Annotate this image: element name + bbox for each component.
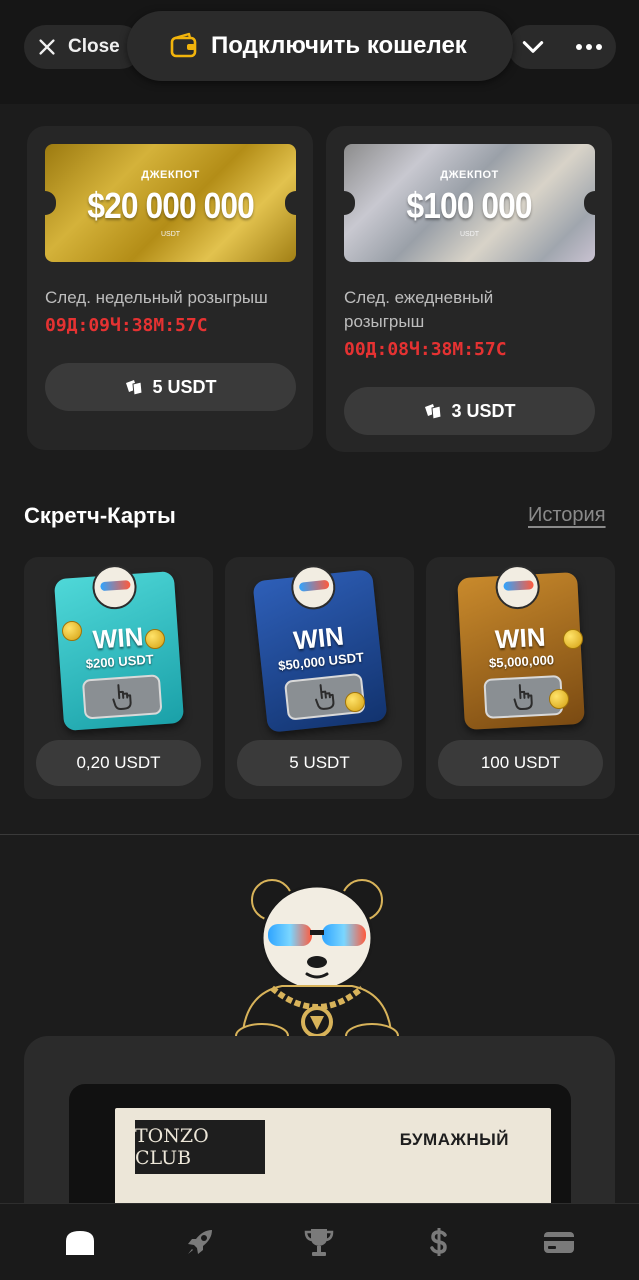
- scratch-card-art: WIN $200 USDT: [53, 563, 185, 732]
- jackpot-ticket[interactable]: ДЖЕКПОТ $20 000 000 USDT: [45, 144, 296, 262]
- jackpot-ticket[interactable]: ДЖЕКПОТ $100 000 USDT: [344, 144, 595, 262]
- weekly-jackpot-card: ДЖЕКПОТ $20 000 000 USDT След. недельный…: [27, 126, 313, 450]
- next-draw-label: След. недельный розыгрыш: [45, 288, 268, 307]
- chevron-down-icon: [522, 41, 544, 53]
- paper-ticket-frame[interactable]: TONZO CLUB БУМАЖНЫЙ: [69, 1084, 571, 1214]
- dollar-icon: [430, 1228, 448, 1256]
- buy-price-label: 5 USDT: [152, 376, 217, 397]
- trophy-icon: [305, 1229, 334, 1256]
- draw-timer: 00Д:08Ч:38М:57С: [344, 339, 507, 360]
- jackpot-label: ДЖЕКПОТ: [141, 168, 200, 181]
- close-button[interactable]: Close: [24, 25, 142, 69]
- prize-label: $5,000,000: [488, 652, 555, 671]
- coin-icon: [563, 629, 583, 649]
- pointer-hand-icon: [112, 684, 132, 710]
- connect-wallet-button[interactable]: Подключить кошелек: [127, 11, 513, 81]
- prize-label: $200 USDT: [85, 651, 155, 672]
- bottom-nav: [0, 1203, 639, 1280]
- tickets-icon: [126, 380, 144, 396]
- scratch-card[interactable]: WIN $50,000 USDT 5 USDT: [225, 557, 414, 799]
- scratch-price-button[interactable]: 0,20 USDT: [36, 740, 201, 786]
- connect-wallet-label: Подключить кошелек: [211, 32, 467, 59]
- close-label: Close: [68, 36, 120, 57]
- nav-dollar[interactable]: [409, 1212, 469, 1272]
- daily-jackpot-card: ДЖЕКПОТ $100 000 USDT След. ежедневный р…: [326, 126, 612, 452]
- buy-ticket-button[interactable]: 5 USDT: [45, 363, 296, 411]
- jackpot-amount: $100 000: [406, 184, 533, 226]
- nav-card[interactable]: [529, 1212, 589, 1272]
- wallet-icon: [170, 32, 197, 58]
- section-divider: [0, 834, 639, 835]
- paper-ticket: TONZO CLUB БУМАЖНЫЙ: [115, 1108, 551, 1214]
- scratch-cards-title: Скретч-Карты: [24, 503, 176, 528]
- coin-icon: [549, 689, 569, 709]
- coin-icon: [345, 692, 365, 712]
- history-link[interactable]: История: [528, 504, 606, 527]
- panda-avatar: [289, 563, 338, 612]
- more-button[interactable]: [566, 28, 612, 66]
- card-icon: [544, 1232, 575, 1253]
- scratch-price-button[interactable]: 100 USDT: [438, 740, 603, 786]
- panda-mascot-icon: [235, 879, 399, 1046]
- paper-ticket-label: БУМАЖНЫЙ: [399, 1130, 509, 1149]
- pointer-hand-icon: [315, 684, 335, 710]
- scratch-card[interactable]: WIN $200 USDT 0,20 USDT: [24, 557, 213, 799]
- buy-ticket-button[interactable]: 3 USDT: [344, 387, 595, 435]
- draw-timer: 09Д:09Ч:38М:57С: [45, 315, 208, 336]
- jackpot-unit: USDT: [459, 230, 480, 238]
- scratch-pad: [81, 674, 163, 720]
- prize-label: $50,000 USDT: [277, 649, 365, 674]
- nav-rocket[interactable]: [170, 1212, 230, 1272]
- win-label: WIN: [494, 621, 547, 655]
- coin-icon: [145, 629, 165, 649]
- jackpot-amount: $20 000 000: [87, 184, 254, 226]
- rocket-icon: [187, 1230, 212, 1254]
- scratch-price-button[interactable]: 5 USDT: [237, 740, 402, 786]
- panda-avatar: [494, 563, 541, 611]
- pointer-hand-icon: [513, 684, 533, 711]
- more-dots-icon: [576, 44, 602, 50]
- scratch-card[interactable]: WIN $5,000,000 100 USDT: [426, 557, 615, 799]
- tonzo-club-logo: TONZO CLUB: [135, 1120, 265, 1174]
- next-draw-label: След. ежедневный розыгрыш: [344, 288, 494, 331]
- jackpot-label: ДЖЕКПОТ: [440, 168, 499, 181]
- tickets-icon: [425, 404, 443, 420]
- chevron-down-button[interactable]: [512, 28, 554, 66]
- win-label: WIN: [91, 621, 145, 655]
- panda-avatar: [91, 563, 139, 611]
- jackpot-unit: USDT: [160, 230, 181, 238]
- scratch-card-art: WIN $50,000 USDT: [252, 563, 388, 733]
- nav-home[interactable]: [50, 1212, 110, 1272]
- coin-icon: [62, 621, 82, 641]
- buy-price-label: 3 USDT: [451, 400, 516, 421]
- home-icon: [65, 1231, 94, 1255]
- close-icon: [39, 39, 55, 55]
- nav-trophy[interactable]: [289, 1212, 349, 1272]
